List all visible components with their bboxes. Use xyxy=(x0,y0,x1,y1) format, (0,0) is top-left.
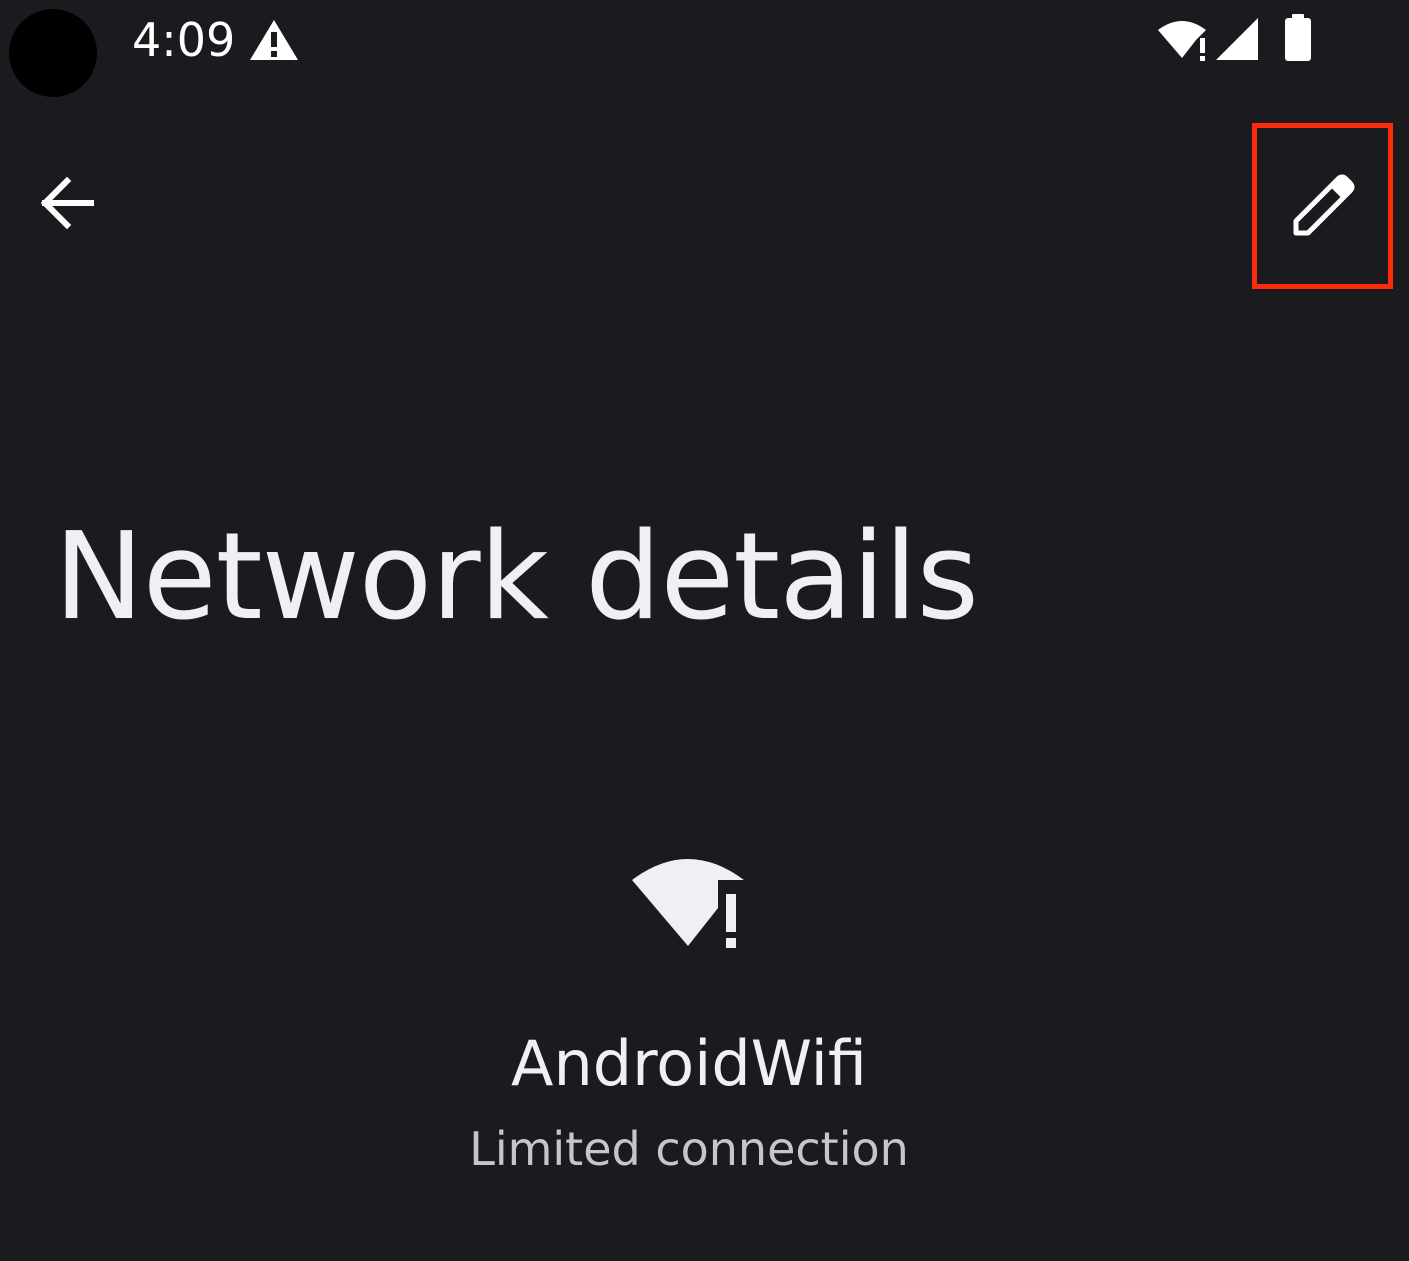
cellular-signal-icon xyxy=(1216,18,1258,60)
edit-button[interactable] xyxy=(1252,123,1393,289)
network-status: Limited connection xyxy=(469,1122,909,1176)
network-details-screen: 4:09 Network details AndroidWifi Limited… xyxy=(0,0,1409,1261)
wifi-warning-icon xyxy=(632,859,748,952)
page-title: Network details xyxy=(54,508,979,647)
status-time: 4:09 xyxy=(132,13,236,67)
network-name: AndroidWifi xyxy=(511,1027,867,1100)
back-button[interactable] xyxy=(24,160,110,246)
alert-icon xyxy=(250,20,298,60)
arrow-back-icon xyxy=(40,176,94,230)
wifi-warning-icon xyxy=(1158,21,1206,61)
pencil-icon xyxy=(1293,174,1354,236)
battery-icon xyxy=(1285,14,1311,61)
camera-cutout xyxy=(9,9,97,97)
